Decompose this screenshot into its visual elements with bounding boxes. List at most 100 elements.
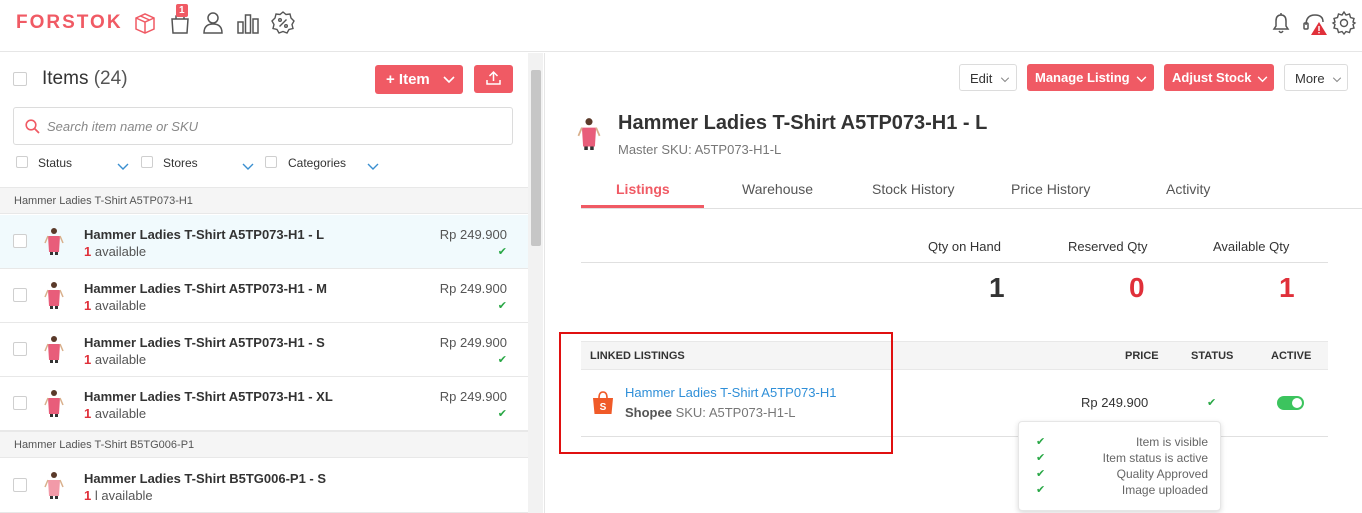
forstok-logo[interactable]: FORSTOK [16,12,123,34]
chevron-down-icon [443,76,455,84]
more-label: More [1295,71,1325,86]
row-checkbox[interactable] [13,478,27,492]
qty-on-hand-label: Qty on Hand [928,239,1001,254]
chevron-down-icon [1000,77,1010,83]
product-thumbnail-icon [44,336,64,363]
promotion-icon[interactable] [270,10,296,36]
tooltip-text: Item is visible [1135,435,1208,449]
row-checkbox[interactable] [13,288,27,302]
tab-activity[interactable]: Activity [1166,181,1210,197]
adjust-stock-label: Adjust Stock [1172,70,1252,85]
categories-chevron-down-icon[interactable] [367,163,379,171]
manage-listing-button[interactable]: Manage Listing [1027,64,1154,91]
master-sku: Master SKU: A5TP073-H1-L [618,142,782,157]
search-placeholder: Search item name or SKU [47,119,199,134]
product-thumbnail-icon [44,282,64,309]
tooltip-text: Image uploaded [1121,483,1208,497]
stores-filter-label: Stores [163,156,198,170]
active-tab-indicator [581,205,704,208]
more-button[interactable]: More [1284,64,1348,91]
active-toggle[interactable] [1277,396,1304,410]
bell-icon[interactable] [1268,10,1294,36]
search-icon [25,119,40,134]
bar-chart-icon[interactable] [235,10,261,36]
check-icon: ✔ [497,408,507,420]
support-alert-icon[interactable] [1302,10,1328,36]
notification-badge: 1 [176,4,188,17]
detail-tabs [581,173,1362,209]
stores-filter-checkbox[interactable] [141,156,153,168]
check-icon: ✔ [1036,436,1046,448]
tab-warehouse[interactable]: Warehouse [742,181,813,197]
stores-chevron-down-icon[interactable] [242,163,254,171]
add-item-label: + Item [386,71,430,88]
reserved-qty-value: 0 [1129,272,1145,303]
chevron-down-icon [1332,77,1342,83]
tab-price-history[interactable]: Price History [1011,181,1090,197]
box-icon[interactable] [132,10,158,36]
product-image-icon [577,118,601,150]
items-title: Items (24) [42,68,128,90]
check-icon: ✔ [1036,484,1046,496]
item-availability: 1 available [84,352,146,367]
row-checkbox[interactable] [13,342,27,356]
active-column-header: ACTIVE [1271,350,1312,362]
edit-label: Edit [970,71,993,86]
available-label: l available [91,488,153,503]
available-label: available [91,244,147,259]
adjust-stock-button[interactable]: Adjust Stock [1164,64,1274,91]
status-filter-checkbox[interactable] [16,156,28,168]
item-row[interactable]: Hammer Ladies T-Shirt A5TP073-H1 - M 1 a… [0,269,528,323]
item-name: Hammer Ladies T-Shirt A5TP073-H1 - XL [84,389,333,404]
reserved-qty-label: Reserved Qty [1068,239,1148,254]
items-count: (24) [93,68,128,89]
status-chevron-down-icon[interactable] [117,163,129,171]
tab-listings[interactable]: Listings [616,181,670,197]
export-button[interactable] [474,65,513,93]
item-group-header: Hammer Ladies T-Shirt A5TP073-H1 [0,187,528,214]
item-price: Rp 249.900 [439,281,507,296]
item-price: Rp 249.900 [439,389,507,404]
status-check-icon[interactable]: ✔ [1207,396,1216,409]
chevron-down-icon [1136,76,1147,83]
select-all-checkbox[interactable] [13,72,27,86]
tooltip-item: ✔ Quality Approved [1019,467,1222,483]
top-bar: FORSTOK 1 [0,0,1362,52]
categories-filter-label: Categories [288,156,347,170]
available-label: available [91,406,147,421]
divider [581,262,1328,263]
available-label: available [91,298,147,313]
item-search-field[interactable]: Search item name or SKU [13,107,513,145]
tooltip-item: ✔ Item status is active [1019,451,1222,467]
row-checkbox[interactable] [13,396,27,410]
item-price: Rp 249.900 [439,227,507,242]
tab-stock-history[interactable]: Stock History [872,181,954,197]
edit-button[interactable]: Edit [959,64,1017,91]
group-name: Hammer Ladies T-Shirt A5TP073-H1 [14,195,193,207]
status-column-header: STATUS [1191,350,1234,362]
item-availability: 1 available [84,298,146,313]
product-thumbnail-icon [44,472,64,499]
row-checkbox[interactable] [13,234,27,248]
settings-gear-icon[interactable] [1331,10,1357,36]
item-row[interactable]: Hammer Ladies T-Shirt A5TP073-H1 - S 1 a… [0,323,528,377]
available-label: available [91,352,147,367]
listing-price: Rp 249.900 [1081,395,1149,410]
status-tooltip: ✔ Item is visible ✔ Item status is active … [1018,421,1221,511]
item-row[interactable]: Hammer Ladies T-Shirt A5TP073-H1 - XL 1 … [0,377,528,431]
item-availability: 1 l available [84,488,153,503]
scrollbar-thumb[interactable] [531,70,541,246]
item-row[interactable]: Hammer Ladies T-Shirt A5TP073-H1 - L 1 a… [0,215,528,269]
available-qty-label: Available Qty [1213,239,1290,254]
add-item-button[interactable]: + Item [375,65,463,94]
check-icon: ✔ [497,300,507,312]
item-availability: 1 available [84,406,146,421]
price-column-header: PRICE [1125,350,1159,362]
categories-filter-checkbox[interactable] [265,156,277,168]
user-icon[interactable] [200,10,226,36]
item-row[interactable]: Hammer Ladies T-Shirt B5TG006-P1 - S 1 l… [0,459,528,513]
status-filter-label: Status [38,156,73,170]
tooltip-text: Item status is active [1102,451,1208,465]
item-availability: 1 available [84,244,146,259]
product-thumbnail-icon [44,390,64,417]
